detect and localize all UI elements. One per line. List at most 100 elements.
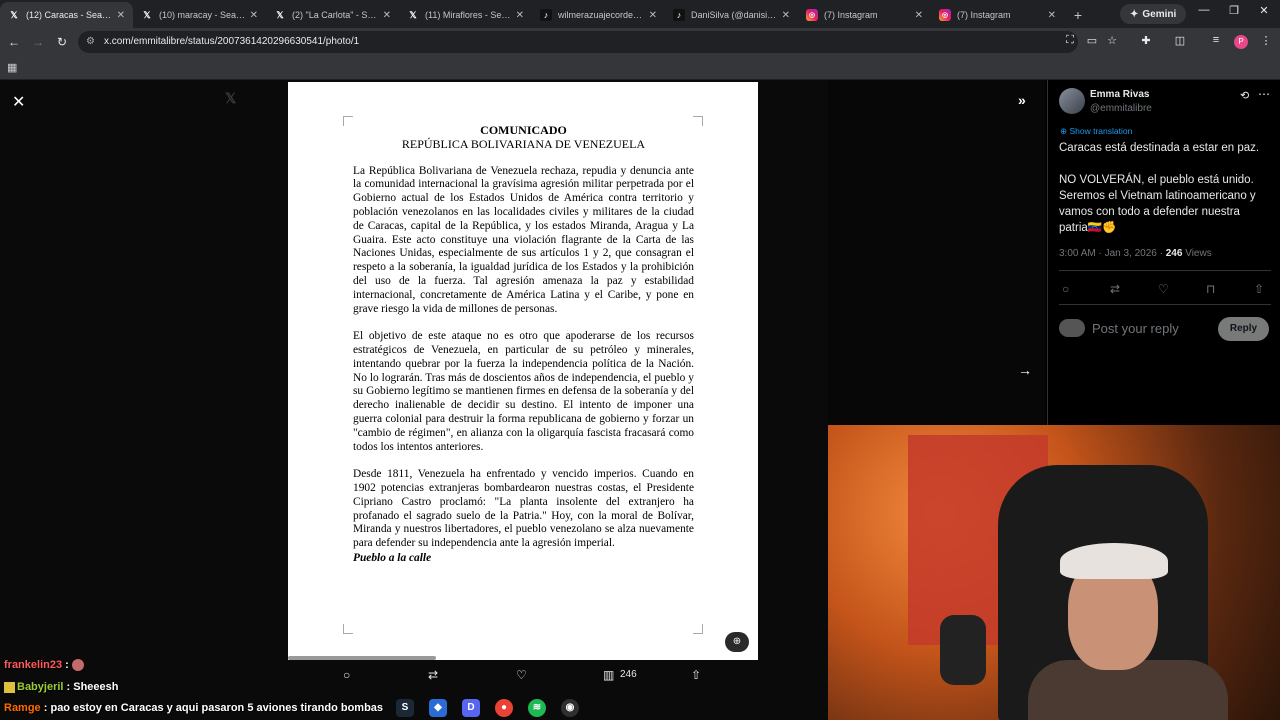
tab-la-carlota-search[interactable]: 𝕏 (2) "La Carlota" - Search ✕	[266, 2, 399, 28]
new-tab-button[interactable]: +	[1064, 2, 1092, 28]
tab-instagram-1[interactable]: ◎ (7) Instagram ✕	[798, 2, 931, 28]
discord-icon[interactable]: D	[462, 699, 480, 717]
tweet-timestamp[interactable]: 3:00 AM · Jan 3, 2026 ·	[1059, 248, 1166, 259]
tweet-panel: Emma Rivas @emmitalibre ⟲ ⋯ ⊕ Show trans…	[1047, 80, 1280, 425]
repost-icon[interactable]: ⇄	[428, 668, 438, 682]
show-translation-link[interactable]: ⊕ Show translation	[1060, 126, 1132, 137]
document-paragraph: Desde 1811, Venezuela ha enfrentado y ve…	[353, 468, 694, 550]
tab-close-icon[interactable]: ✕	[1048, 10, 1056, 21]
address-bar[interactable]: ⚙ x.com/emmitalibre/status/2007361420296…	[78, 31, 1078, 53]
divider	[1059, 304, 1271, 305]
tab-instagram-2[interactable]: ◎ (7) Instagram ✕	[931, 2, 1064, 28]
x-logo-icon: 𝕏	[225, 90, 237, 106]
reply-icon[interactable]: ○	[343, 668, 350, 682]
document-subheading: REPÚBLICA BOLIVARIANA DE VENEZUELA	[401, 136, 646, 151]
site-info-icon[interactable]: ⚙	[86, 36, 98, 48]
tab-close-icon[interactable]: ✕	[383, 10, 391, 21]
tab-title: (12) Caracas - Search /	[26, 10, 113, 20]
reply-avatar	[1059, 319, 1085, 337]
crop-mark	[693, 116, 703, 126]
share-icon[interactable]: ⇧	[691, 668, 701, 682]
tab-close-icon[interactable]: ✕	[516, 10, 524, 21]
document-signature: Pueblo a la calle	[353, 551, 432, 564]
reply-button[interactable]: Reply	[1218, 317, 1269, 341]
avatar[interactable]	[1059, 88, 1085, 114]
spotify-icon[interactable]: ≋	[528, 699, 546, 717]
instagram-icon: ◎	[939, 9, 951, 21]
restore-icon[interactable]: ❐	[1224, 4, 1244, 17]
minimize-icon[interactable]: —	[1194, 4, 1214, 16]
image-scrollbar[interactable]	[288, 656, 436, 660]
gemini-button[interactable]: ✦ Gemini	[1120, 4, 1187, 24]
x-logo-icon: 𝕏	[409, 9, 417, 20]
tab-close-icon[interactable]: ✕	[117, 10, 125, 21]
sidepanel-icon[interactable]: ◫	[1172, 34, 1188, 47]
taskbar-icons: S ◆ D ● ≋ ◉	[396, 699, 579, 717]
tweet-meta: 3:00 AM · Jan 3, 2026 · 246 Views	[1059, 248, 1212, 259]
crop-mark	[693, 624, 703, 634]
tab-close-icon[interactable]: ✕	[915, 10, 923, 21]
kebab-menu-icon[interactable]: ⋮	[1258, 34, 1274, 47]
views-count: 246	[620, 669, 637, 680]
chat-username: frankelin23	[4, 659, 63, 671]
like-icon[interactable]: ♡	[1158, 282, 1169, 296]
share-icon[interactable]: ⇧	[1254, 282, 1264, 296]
zoom-image-icon[interactable]: ⊕	[725, 632, 749, 652]
reload-icon[interactable]: ↻	[54, 34, 70, 50]
tab-miraflores-search[interactable]: 𝕏 (11) Miraflores - Search ✕	[399, 2, 532, 28]
back-arrow-icon[interactable]: ←	[6, 34, 22, 50]
author-handle[interactable]: @emmitalibre	[1090, 103, 1152, 114]
x-logo-icon: 𝕏	[10, 9, 18, 20]
translate-icon[interactable]: ⛶	[1062, 34, 1078, 47]
tab-title: DaniSilva (@danisilva14	[691, 10, 778, 20]
tab-tiktok-wilmer[interactable]: ♪ wilmerazuajecordero (@ ✕	[532, 2, 665, 28]
window-close-icon[interactable]: ✕	[1254, 4, 1274, 17]
bookmark-star-icon[interactable]: ☆	[1104, 34, 1120, 47]
tab-title: (11) Miraflores - Search	[425, 10, 512, 20]
obs-icon[interactable]: ◉	[561, 699, 579, 717]
next-image-arrow-icon[interactable]: →	[1018, 362, 1032, 378]
grok-icon[interactable]: ⟲	[1240, 89, 1249, 102]
cast-icon[interactable]: ▭	[1084, 34, 1100, 47]
like-icon[interactable]: ♡	[516, 668, 527, 682]
document-body: COMUNICADO REPÚBLICA BOLIVARIANA DE VENE…	[353, 123, 694, 566]
reply-icon[interactable]: ○	[1062, 282, 1069, 296]
collapse-panel-icon[interactable]: »	[1018, 92, 1026, 108]
streamer-webcam	[828, 425, 1280, 720]
repost-icon[interactable]: ⇄	[1110, 282, 1120, 296]
apps-grid-icon[interactable]: ▦	[7, 61, 17, 74]
chat-text: Sheeesh	[73, 681, 119, 693]
tab-close-icon[interactable]: ✕	[649, 10, 657, 21]
author-name[interactable]: Emma Rivas	[1090, 89, 1149, 100]
close-viewer-icon[interactable]: ✕	[12, 92, 25, 112]
tab-title: (2) "La Carlota" - Search	[292, 10, 379, 20]
bookmark-icon[interactable]: ⊓	[1206, 282, 1215, 296]
profile-avatar[interactable]: P	[1234, 35, 1248, 49]
steam-icon[interactable]: S	[396, 699, 414, 717]
reply-input[interactable]: Post your reply	[1092, 321, 1179, 336]
x-logo-icon: 𝕏	[143, 9, 151, 20]
bookmarks-bar: ▦	[0, 56, 1280, 80]
chat-username: Babyjeril	[17, 681, 64, 693]
views-icon[interactable]: ▥	[603, 668, 614, 682]
reading-list-icon[interactable]: ≡	[1208, 34, 1224, 46]
tab-close-icon[interactable]: ✕	[250, 10, 258, 21]
tab-close-icon[interactable]: ✕	[782, 10, 790, 21]
microphone	[940, 615, 986, 685]
chat-badge-icon	[4, 681, 15, 693]
browser-toolbar: ← → ↻ ⚙ x.com/emmitalibre/status/2007361…	[0, 28, 1280, 56]
forward-arrow-icon[interactable]: →	[30, 34, 46, 50]
tab-caracas-search[interactable]: 𝕏 (12) Caracas - Search / ✕	[0, 2, 133, 28]
document-heading: COMUNICADO	[480, 123, 567, 137]
x-logo-icon: 𝕏	[276, 9, 284, 20]
more-options-icon[interactable]: ⋯	[1258, 87, 1270, 101]
chrome-icon[interactable]: ●	[495, 699, 513, 717]
extensions-icon[interactable]: ✚	[1138, 34, 1154, 47]
instagram-icon: ◎	[806, 9, 818, 21]
translation-label: Show translation	[1069, 126, 1133, 136]
app-icon[interactable]: ◆	[429, 699, 447, 717]
streamer-beanie	[1060, 543, 1168, 579]
tab-tiktok-danisilva[interactable]: ♪ DaniSilva (@danisilva14 ✕	[665, 2, 798, 28]
tab-maracay-search[interactable]: 𝕏 (10) maracay - Search / ✕	[133, 2, 266, 28]
tweet-text: Caracas está destinada a estar en paz. N…	[1059, 142, 1260, 234]
